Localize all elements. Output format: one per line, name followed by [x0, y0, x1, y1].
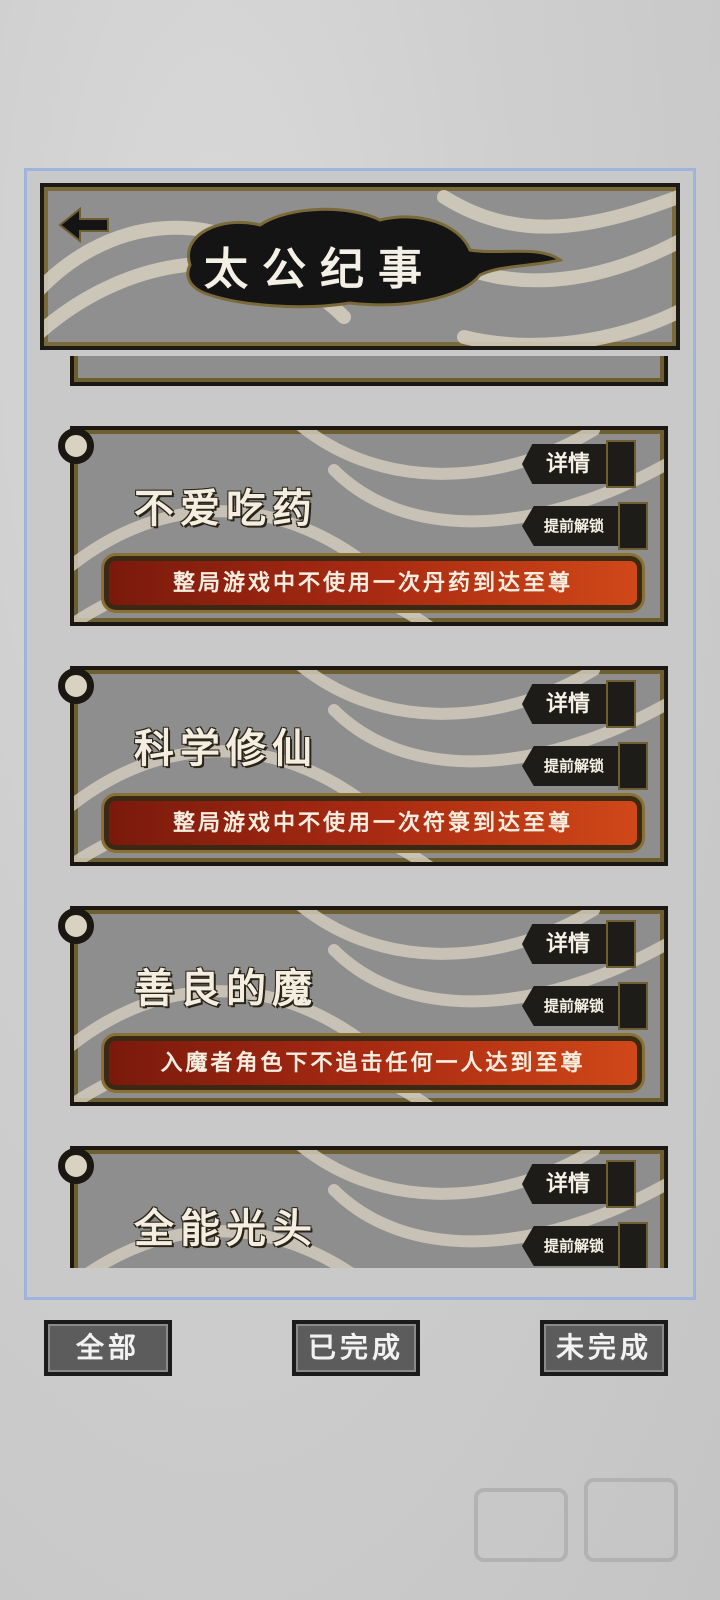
sword-hilt-icon — [606, 920, 636, 968]
achievement-list[interactable]: 不爱吃药 详情 提前解锁 整局游戏中不使用一次丹药到达至尊 科学修仙 详情 提前… — [40, 356, 680, 1268]
achievement-description: 入魔者角色下不追击任何一人达到至尊 — [104, 1036, 642, 1090]
achievement-title: 全能光头 — [134, 1205, 318, 1252]
achievement-card: 全能光头 详情 提前解锁 — [70, 1146, 668, 1268]
ring-ornament-icon — [58, 908, 94, 944]
unlock-early-button[interactable]: 提前解锁 — [522, 1226, 620, 1266]
unlock-early-button[interactable]: 提前解锁 — [522, 986, 620, 1026]
achievement-card: 善良的魔 详情 提前解锁 入魔者角色下不追击任何一人达到至尊 — [70, 906, 668, 1106]
sword-hilt-icon — [618, 742, 648, 790]
ring-ornament-icon — [58, 428, 94, 464]
tab-incomplete[interactable]: 未完成 — [540, 1320, 668, 1376]
achievement-card: 不爱吃药 详情 提前解锁 整局游戏中不使用一次丹药到达至尊 — [70, 426, 668, 626]
achievement-title: 科学修仙 — [134, 725, 318, 772]
page-title: 太公纪事 — [204, 244, 436, 295]
ring-ornament-icon — [58, 668, 94, 704]
detail-button[interactable]: 详情 — [522, 684, 608, 724]
detail-button[interactable]: 详情 — [522, 924, 608, 964]
achievement-title: 善良的魔 — [134, 965, 318, 1012]
faded-scroll-watermark-icon — [474, 1478, 678, 1562]
sword-hilt-icon — [618, 502, 648, 550]
tab-completed[interactable]: 已完成 — [292, 1320, 420, 1376]
achievement-card: 科学修仙 详情 提前解锁 整局游戏中不使用一次符箓到达至尊 — [70, 666, 668, 866]
ring-ornament-icon — [58, 1148, 94, 1184]
unlock-early-button[interactable]: 提前解锁 — [522, 746, 620, 786]
sword-hilt-icon — [606, 680, 636, 728]
achievement-title: 不爱吃药 — [134, 485, 318, 532]
back-arrow-icon[interactable] — [58, 205, 114, 245]
detail-button[interactable]: 详情 — [522, 444, 608, 484]
achievement-description: 整局游戏中不使用一次丹药到达至尊 — [104, 556, 642, 610]
achievement-card-partial — [70, 356, 668, 386]
detail-button[interactable]: 详情 — [522, 1164, 608, 1204]
achievement-description: 整局游戏中不使用一次符箓到达至尊 — [104, 796, 642, 850]
sword-hilt-icon — [606, 440, 636, 488]
tab-all[interactable]: 全部 — [44, 1320, 172, 1376]
sword-hilt-icon — [606, 1160, 636, 1208]
sword-hilt-icon — [618, 1222, 648, 1268]
sword-hilt-icon — [618, 982, 648, 1030]
unlock-early-button[interactable]: 提前解锁 — [522, 506, 620, 546]
